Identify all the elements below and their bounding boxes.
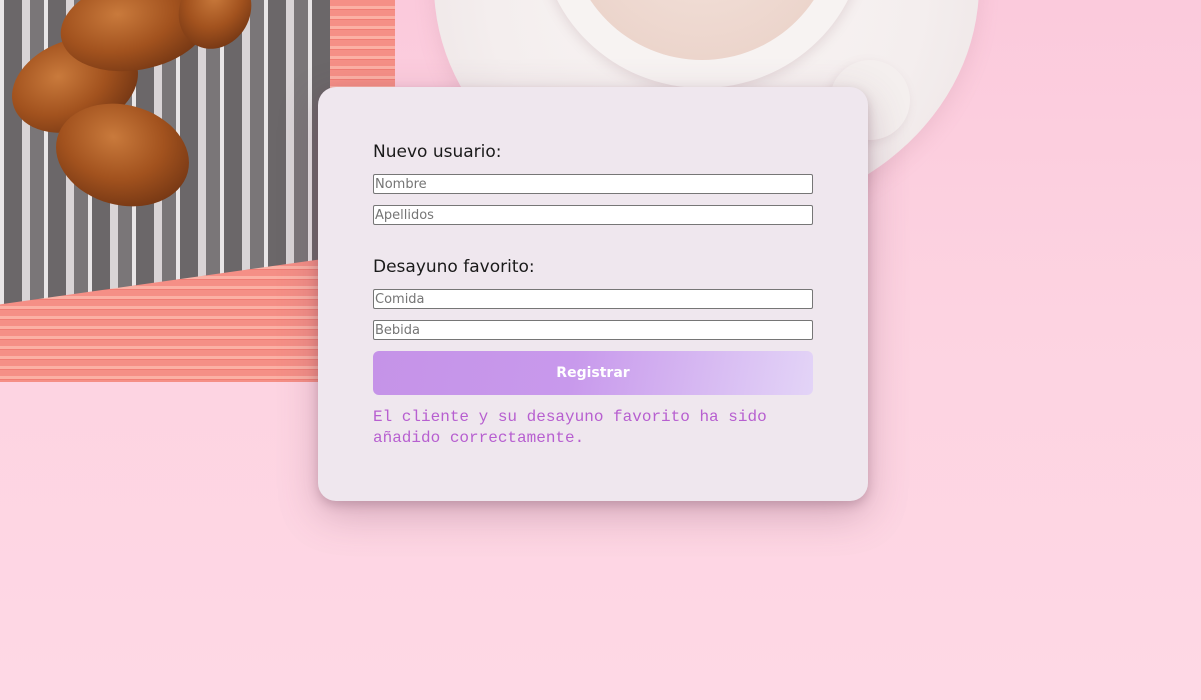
- nombre-input[interactable]: [373, 174, 813, 194]
- new-user-heading: Nuevo usuario:: [373, 142, 502, 162]
- comida-input[interactable]: [373, 289, 813, 309]
- bebida-input[interactable]: [373, 320, 813, 340]
- apellidos-input[interactable]: [373, 205, 813, 225]
- success-message: El cliente y su desayuno favorito ha sid…: [373, 408, 767, 447]
- registration-form: Nuevo usuario: Desayuno favorito: Regist…: [318, 87, 868, 501]
- favorite-breakfast-heading: Desayuno favorito:: [373, 257, 535, 277]
- registrar-button[interactable]: Registrar: [373, 351, 813, 395]
